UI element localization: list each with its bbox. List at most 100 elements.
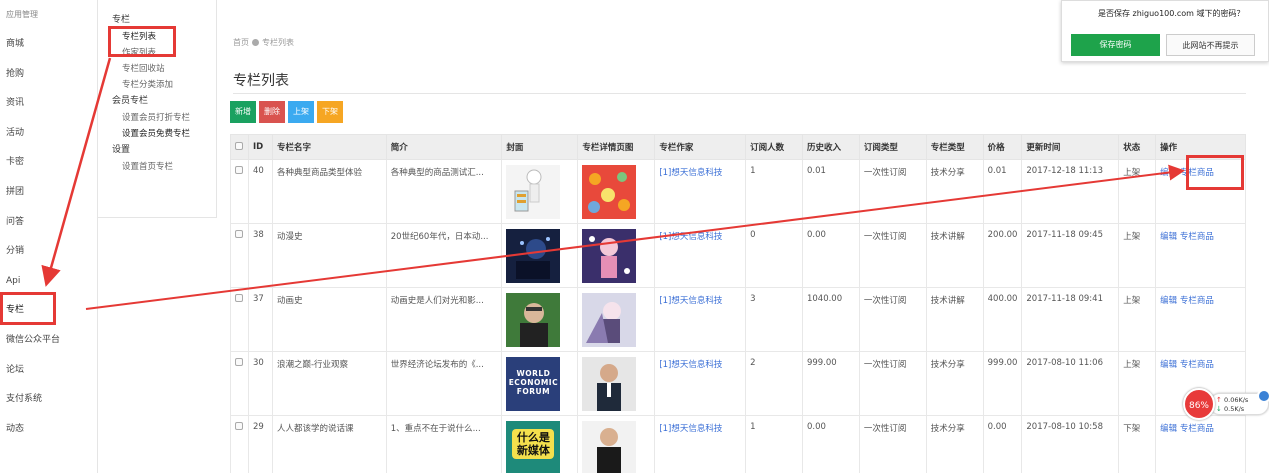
cell-price: 200.00 (982, 223, 1023, 288)
download-arrow-icon: ↓ (1216, 405, 1222, 413)
cell-name: 动画史 (271, 287, 387, 352)
nav-item-distribution[interactable]: 分销 (0, 237, 97, 267)
nav-item-news[interactable]: 资讯 (0, 89, 97, 119)
breadcrumb: 首页 专栏列表 (233, 37, 294, 48)
nav-item-payment[interactable]: 支付系统 (0, 385, 97, 415)
save-password-button[interactable]: 保存密码 (1071, 34, 1160, 56)
cell-sub-type: 一次性订阅 (858, 159, 927, 224)
add-button[interactable]: 新增 (230, 101, 256, 123)
edit-link[interactable]: 编辑 (1160, 168, 1177, 178)
table-row: 40 各种典型商品类型体验 各种典型的商品测试汇... [1]想天信息科技 1 … (230, 159, 1246, 224)
page-title: 专栏列表 (233, 73, 289, 89)
row-checkbox[interactable] (230, 287, 249, 352)
cell-author[interactable]: [1]想天信息科技 (654, 415, 747, 473)
left-nav-header: 应用管理 (6, 10, 38, 19)
row-checkbox[interactable] (230, 159, 249, 224)
cell-detail-image (577, 287, 656, 352)
annotation-box-column-goods (1186, 155, 1244, 190)
cell-author[interactable]: [1]想天信息科技 (654, 223, 747, 288)
row-checkbox[interactable] (230, 351, 249, 416)
nav-item-events[interactable]: 活动 (0, 119, 97, 149)
nav-item-group-buy[interactable]: 拼团 (0, 178, 97, 208)
cell-price: 0.00 (982, 415, 1023, 473)
nav-item-qa[interactable]: 问答 (0, 208, 97, 238)
annotation-box-column-nav (0, 292, 56, 325)
subnav-item-member-discount[interactable]: 设置会员打折专栏 (98, 110, 216, 126)
cover-image (506, 293, 561, 347)
cell-author[interactable]: [1]想天信息科技 (654, 287, 747, 352)
col-header-income: 历史收入 (801, 134, 860, 160)
edit-link[interactable]: 编辑 (1160, 424, 1177, 434)
cell-subscribers: 3 (745, 287, 803, 352)
nav-item-flash-sale[interactable]: 抢购 (0, 60, 97, 90)
cell-id: 37 (247, 287, 273, 352)
cell-author[interactable]: [1]想天信息科技 (654, 351, 747, 416)
nav-item-forum[interactable]: 论坛 (0, 356, 97, 386)
col-header-id: ID (247, 134, 273, 160)
cell-column-type: 技术分享 (925, 351, 984, 416)
upload-arrow-icon: ↑ (1216, 396, 1222, 404)
cell-author[interactable]: [1]想天信息科技 (654, 159, 747, 224)
publish-button[interactable]: 上架 (288, 101, 314, 123)
cell-status: 上架 (1118, 159, 1157, 224)
nav-item-feed[interactable]: 动态 (0, 415, 97, 445)
column-table: ID 专栏名字 简介 封面 专栏详情页图 专栏作家 订阅人数 历史收入 订阅类型… (230, 134, 1246, 473)
table-header-row: ID 专栏名字 简介 封面 专栏详情页图 专栏作家 订阅人数 历史收入 订阅类型… (230, 134, 1246, 160)
cell-cover (501, 159, 579, 224)
network-speed-widget[interactable]: ↑ 0.06K/s ↓ 0.5K/s 86% (1183, 388, 1269, 420)
column-goods-link[interactable]: 专栏商品 (1180, 296, 1214, 306)
cell-updated: 2017-11-18 09:45 (1021, 223, 1120, 288)
never-prompt-button[interactable]: 此网站不再提示 (1166, 34, 1255, 56)
col-header-cover: 封面 (501, 134, 579, 160)
cover-image: 什么是新媒体 (506, 421, 561, 473)
column-goods-link[interactable]: 专栏商品 (1180, 424, 1214, 434)
column-goods-link[interactable]: 专栏商品 (1180, 232, 1214, 242)
subnav-item-recycle-bin[interactable]: 专栏回收站 (98, 61, 216, 77)
cover-image: WORLD ECONOMIC FORUM (506, 357, 561, 411)
cell-name: 人人都该学的说话课 (271, 415, 387, 473)
nav-item-wechat[interactable]: 微信公众平台 (0, 326, 97, 356)
cell-cover (501, 223, 579, 288)
cell-price: 999.00 (982, 351, 1023, 416)
assistant-bird-icon[interactable] (1257, 389, 1269, 403)
main-content: 首页 专栏列表 专栏列表 新增 删除 上架 下架 ID 专栏名字 简介 封面 专… (226, 0, 1269, 473)
subnav-group-member-column: 会员专栏 (112, 96, 149, 106)
cell-id: 29 (247, 415, 273, 473)
select-all-checkbox[interactable] (230, 134, 249, 160)
download-speed: 0.5K/s (1224, 405, 1245, 413)
edit-link[interactable]: 编辑 (1160, 296, 1177, 306)
col-header-status: 状态 (1118, 134, 1157, 160)
edit-link[interactable]: 编辑 (1160, 360, 1177, 370)
detail-image (582, 165, 637, 219)
title-divider (233, 93, 1246, 94)
row-checkbox[interactable] (230, 415, 249, 473)
row-checkbox[interactable] (230, 223, 249, 288)
annotation-box-column-list (108, 26, 176, 57)
nav-item-mall[interactable]: 商城 (0, 30, 97, 60)
cell-detail-image (577, 351, 656, 416)
subnav-item-home-column[interactable]: 设置首页专栏 (98, 159, 216, 175)
delete-button[interactable]: 删除 (259, 101, 285, 123)
breadcrumb-home[interactable]: 首页 (233, 38, 249, 47)
cover-image (506, 229, 561, 283)
cell-updated: 2017-11-18 09:41 (1021, 287, 1120, 352)
subnav-item-add-category[interactable]: 专栏分类添加 (98, 77, 216, 93)
cell-detail-image (577, 223, 656, 288)
column-goods-link[interactable]: 专栏商品 (1180, 360, 1214, 370)
memory-usage-ball[interactable]: 86% (1183, 388, 1215, 420)
detail-image (582, 357, 637, 411)
breadcrumb-current: 专栏列表 (262, 38, 294, 47)
nav-item-card-code[interactable]: 卡密 (0, 148, 97, 178)
unpublish-button[interactable]: 下架 (317, 101, 343, 123)
cell-subscribers: 2 (745, 351, 803, 416)
cell-name: 动漫史 (271, 223, 387, 288)
subnav-item-member-free[interactable]: 设置会员免费专栏 (98, 126, 216, 142)
cell-income: 1040.00 (801, 287, 860, 352)
cell-cover (501, 287, 579, 352)
toolbar: 新增 删除 上架 下架 (230, 101, 343, 123)
cell-income: 0.01 (801, 159, 860, 224)
edit-link[interactable]: 编辑 (1160, 232, 1177, 242)
cell-sub-type: 一次性订阅 (858, 351, 927, 416)
cell-updated: 2017-12-18 11:13 (1021, 159, 1120, 224)
upload-speed: 0.06K/s (1224, 396, 1249, 404)
